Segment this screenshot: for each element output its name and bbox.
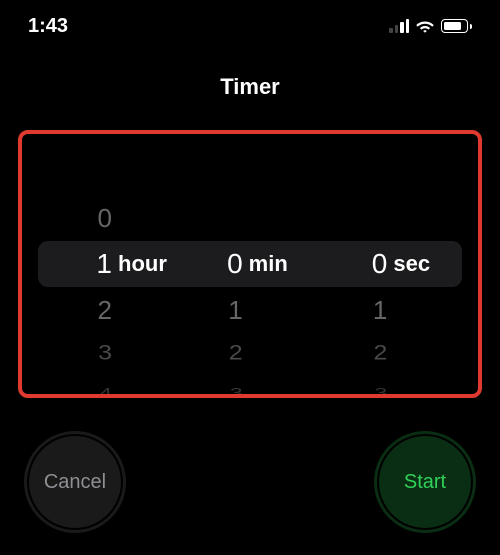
minute-option[interactable]: 1: [181, 287, 243, 333]
button-row: Cancel Start: [0, 431, 500, 533]
minute-unit-label: min: [249, 251, 288, 277]
second-selected[interactable]: 0: [319, 241, 387, 287]
second-option[interactable]: 1: [319, 287, 387, 333]
second-option[interactable]: 2: [319, 333, 387, 372]
hour-option[interactable]: 3: [42, 333, 112, 372]
minute-option[interactable]: 2: [181, 333, 243, 372]
minute-selected[interactable]: 0: [181, 241, 243, 287]
hour-unit-label: hour: [118, 251, 167, 277]
hour-selected[interactable]: 1: [42, 241, 112, 287]
status-bar: 1:43: [0, 0, 500, 44]
minute-column[interactable]: 0 1 2 3 min: [181, 134, 320, 394]
status-time: 1:43: [28, 15, 68, 38]
minute-option[interactable]: 3: [181, 379, 243, 398]
time-picker[interactable]: 0 1 2 3 4 hour 0 1 2 3 min 0 1 2 3: [18, 130, 482, 398]
hour-option[interactable]: 2: [42, 287, 112, 333]
page-title: Timer: [0, 74, 500, 100]
cancel-button[interactable]: Cancel: [24, 431, 126, 533]
hour-option[interactable]: 4: [42, 379, 112, 398]
hour-column[interactable]: 0 1 2 3 4 hour: [42, 134, 181, 394]
hour-option[interactable]: 0: [42, 195, 112, 241]
status-icons: [389, 19, 472, 33]
battery-icon: [441, 19, 472, 33]
start-button[interactable]: Start: [374, 431, 476, 533]
second-column[interactable]: 0 1 2 3 sec: [319, 134, 458, 394]
cellular-signal-icon: [389, 19, 409, 33]
wifi-icon: [415, 19, 435, 33]
second-unit-label: sec: [393, 251, 430, 277]
second-option[interactable]: 3: [319, 379, 387, 398]
